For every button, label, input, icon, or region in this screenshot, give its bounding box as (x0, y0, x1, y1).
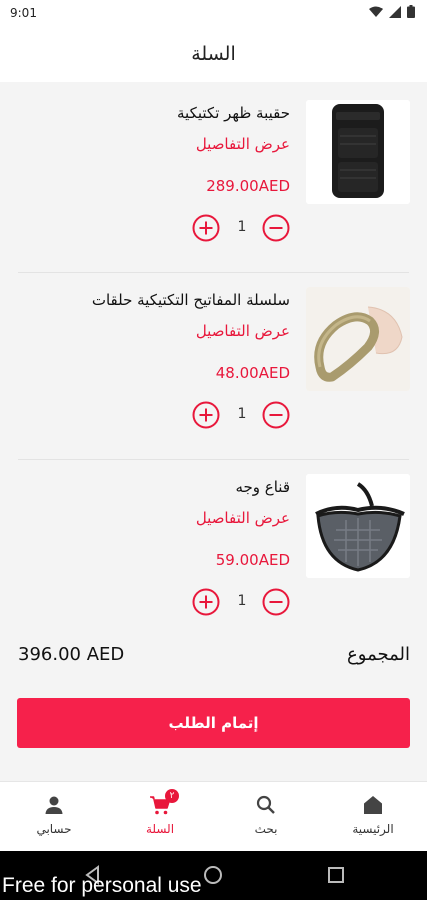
product-price: 289.00AED (206, 177, 290, 195)
cart-list: حقيبة ظهر تكتيكية عرض التفاصيل 289.00AED… (0, 86, 427, 647)
decrease-quantity-button[interactable] (262, 401, 290, 429)
wifi-icon (369, 6, 383, 17)
status-bar: 9:01 (0, 0, 427, 28)
battery-icon (407, 5, 415, 18)
quantity-stepper: 1 (192, 214, 292, 242)
product-image[interactable] (306, 100, 410, 204)
product-name: قناع وجه (235, 478, 290, 496)
decrease-quantity-button[interactable] (262, 214, 290, 242)
view-details-link[interactable]: عرض التفاصيل (196, 322, 290, 340)
nav-label: بحث (254, 822, 278, 836)
product-price: 59.00AED (215, 551, 290, 569)
cart-item: قناع وجه عرض التفاصيل 59.00AED 1 (0, 460, 427, 647)
quantity-value: 1 (237, 593, 247, 609)
face-mask-image (306, 474, 410, 578)
checkout-button[interactable]: إتمام الطلب (17, 698, 410, 748)
nav-item-cart[interactable]: ٢ السلة (120, 789, 200, 836)
view-details-link[interactable]: عرض التفاصيل (196, 509, 290, 527)
carabiner-image (306, 287, 410, 391)
quantity-stepper: 1 (192, 401, 292, 429)
status-time: 9:01 (10, 6, 37, 20)
cart-total-value: 396.00 AED (18, 644, 125, 665)
product-name: حقيبة ظهر تكتيكية (177, 104, 290, 122)
nav-label: الرئيسية (352, 822, 394, 836)
view-details-link[interactable]: عرض التفاصيل (196, 135, 290, 153)
signal-icon (389, 5, 401, 18)
nav-label: السلة (145, 822, 175, 836)
product-name: سلسلة المفاتيح التكتيكية حلقات (91, 291, 290, 309)
search-icon (256, 795, 275, 814)
cart-item: حقيبة ظهر تكتيكية عرض التفاصيل 289.00AED… (0, 86, 427, 273)
status-icons (369, 5, 415, 18)
nav-label: حسابي (36, 822, 72, 836)
increase-quantity-button[interactable] (192, 214, 220, 242)
app-header: السلة (0, 28, 427, 82)
product-image[interactable] (306, 474, 410, 578)
cart-count-badge: ٢ (165, 789, 179, 803)
person-icon (45, 796, 63, 814)
decrease-quantity-button[interactable] (262, 588, 290, 616)
cart-total-label: المجموع (347, 644, 410, 665)
nav-item-home[interactable]: الرئيسية (333, 794, 413, 836)
recents-icon[interactable] (327, 866, 345, 884)
product-price: 48.00AED (215, 364, 290, 382)
nav-item-search[interactable]: بحث (226, 794, 306, 836)
home-icon (364, 796, 382, 814)
quantity-stepper: 1 (192, 588, 292, 616)
increase-quantity-button[interactable] (192, 401, 220, 429)
nav-item-account[interactable]: حسابي (14, 794, 94, 836)
page-title: السلة (191, 43, 236, 65)
backpack-image (306, 100, 410, 204)
quantity-value: 1 (237, 219, 247, 235)
increase-quantity-button[interactable] (192, 588, 220, 616)
watermark-text: Free for personal use (2, 874, 202, 897)
home-button-icon[interactable] (203, 865, 223, 885)
cart-item: سلسلة المفاتيح التكتيكية حلقات عرض التفا… (0, 273, 427, 460)
product-image[interactable] (306, 287, 410, 391)
bottom-navigation: الرئيسية بحث ٢ السلة حسابي (0, 781, 427, 851)
quantity-value: 1 (237, 406, 247, 422)
